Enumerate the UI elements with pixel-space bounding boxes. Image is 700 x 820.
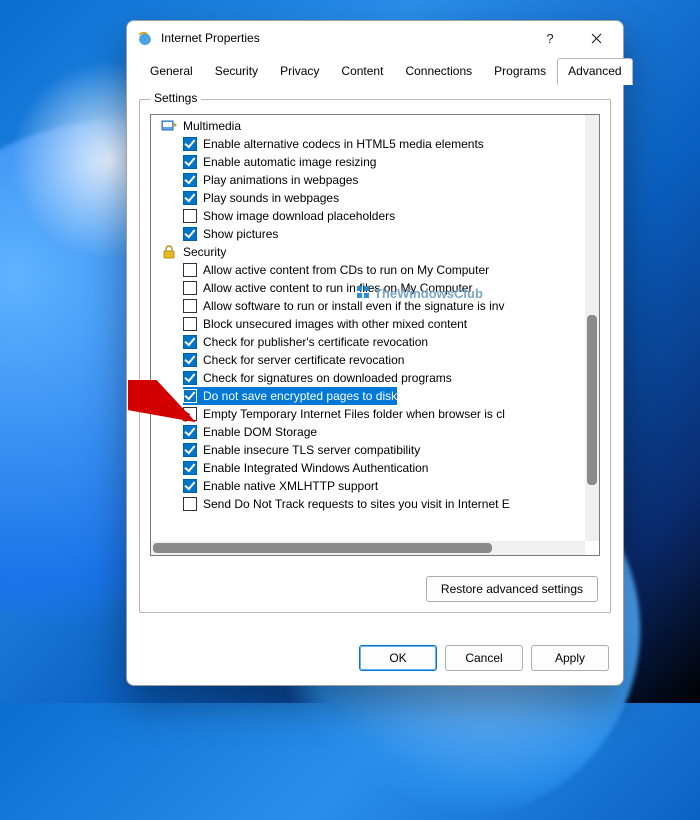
checkbox[interactable] [183,137,197,151]
setting-label: Play sounds in webpages [203,189,339,207]
setting-label: Show pictures [203,225,278,243]
cancel-button[interactable]: Cancel [445,645,523,671]
setting-row[interactable]: Show pictures [155,225,585,243]
tab-content[interactable]: Content [330,58,394,85]
tab-programs[interactable]: Programs [483,58,557,85]
checkbox[interactable] [183,299,197,313]
dialog-footer: OK Cancel Apply [127,625,623,685]
setting-label: Empty Temporary Internet Files folder wh… [203,405,505,423]
checkbox[interactable] [183,371,197,385]
setting-row[interactable]: Do not save encrypted pages to disk [183,387,397,405]
settings-group-label: Settings [150,91,201,105]
checkbox[interactable] [183,317,197,331]
setting-label: Enable Integrated Windows Authentication [203,459,428,477]
setting-row[interactable]: Enable automatic image resizing [155,153,585,171]
setting-row[interactable]: Enable alternative codecs in HTML5 media… [155,135,585,153]
checkbox[interactable] [183,281,197,295]
setting-label: Check for signatures on downloaded progr… [203,369,452,387]
setting-label: Allow active content to run in files on … [203,279,472,297]
checkbox[interactable] [183,353,197,367]
checkbox[interactable] [183,191,197,205]
setting-label: Allow software to run or install even if… [203,297,504,315]
setting-row[interactable]: Enable insecure TLS server compatibility [155,441,585,459]
setting-label: Do not save encrypted pages to disk [203,387,397,405]
setting-label: Send Do Not Track requests to sites you … [203,495,510,513]
setting-row[interactable]: Allow active content from CDs to run on … [155,261,585,279]
checkbox[interactable] [183,335,197,349]
setting-label: Enable insecure TLS server compatibility [203,441,420,459]
setting-row[interactable]: Enable Integrated Windows Authentication [155,459,585,477]
tab-privacy[interactable]: Privacy [269,58,330,85]
checkbox[interactable] [183,155,197,169]
setting-row[interactable]: Allow active content to run in files on … [155,279,585,297]
help-button[interactable]: ? [531,23,569,53]
setting-row[interactable]: Enable native XMLHTTP support [155,477,585,495]
setting-row[interactable]: Check for signatures on downloaded progr… [155,369,585,387]
setting-label: Enable native XMLHTTP support [203,477,378,495]
settings-groupbox: Settings MultimediaEnable alternative co… [139,99,611,613]
tabs: GeneralSecurityPrivacyContentConnections… [139,57,611,85]
apply-button[interactable]: Apply [531,645,609,671]
checkbox[interactable] [183,263,197,277]
checkbox[interactable] [183,497,197,511]
category-label: Security [183,245,226,259]
lock-icon [161,244,177,260]
category-multimedia[interactable]: Multimedia [155,117,585,135]
checkbox[interactable] [183,425,197,439]
setting-row[interactable]: Show image download placeholders [155,207,585,225]
setting-row[interactable]: Enable DOM Storage [155,423,585,441]
app-icon [137,30,153,46]
titlebar: Internet Properties ? [127,21,623,55]
setting-label: Enable automatic image resizing [203,153,376,171]
horizontal-scrollbar[interactable] [151,541,585,555]
setting-row[interactable]: Play sounds in webpages [155,189,585,207]
setting-label: Allow active content from CDs to run on … [203,261,489,279]
checkbox[interactable] [183,407,197,421]
checkbox[interactable] [183,461,197,475]
restore-advanced-button[interactable]: Restore advanced settings [426,576,598,602]
setting-label: Enable DOM Storage [203,423,317,441]
internet-properties-dialog: Internet Properties ? GeneralSecurityPri… [126,20,624,686]
tab-advanced[interactable]: Advanced [557,58,632,85]
vertical-scrollbar[interactable] [585,115,599,541]
setting-row[interactable]: Play animations in webpages [155,171,585,189]
setting-label: Check for server certificate revocation [203,351,404,369]
checkbox[interactable] [183,443,197,457]
setting-row[interactable]: Check for publisher's certificate revoca… [155,333,585,351]
setting-row[interactable]: Allow software to run or install even if… [155,297,585,315]
settings-tree[interactable]: Multimedia Enable alternative codecs in H… [150,114,600,556]
setting-label: Enable alternative codecs in HTML5 media… [203,135,484,153]
tab-connections[interactable]: Connections [394,58,483,85]
category-security[interactable]: Security [155,243,585,261]
setting-label: Play animations in webpages [203,171,358,189]
multimedia-icon [161,118,177,134]
setting-row[interactable]: Send Do Not Track requests to sites you … [155,495,585,513]
setting-label: Block unsecured images with other mixed … [203,315,467,333]
category-label: Multimedia [183,119,241,133]
checkbox[interactable] [183,227,197,241]
ok-button[interactable]: OK [359,645,437,671]
window-title: Internet Properties [161,31,523,45]
tab-security[interactable]: Security [204,58,269,85]
setting-row[interactable]: Empty Temporary Internet Files folder wh… [155,405,585,423]
checkbox[interactable] [183,479,197,493]
setting-row[interactable]: Check for server certificate revocation [155,351,585,369]
checkbox[interactable] [183,389,197,403]
tab-general[interactable]: General [139,58,204,85]
setting-label: Check for publisher's certificate revoca… [203,333,428,351]
checkbox[interactable] [183,173,197,187]
setting-row[interactable]: Block unsecured images with other mixed … [155,315,585,333]
checkbox[interactable] [183,209,197,223]
close-button[interactable] [577,23,615,53]
setting-label: Show image download placeholders [203,207,395,225]
